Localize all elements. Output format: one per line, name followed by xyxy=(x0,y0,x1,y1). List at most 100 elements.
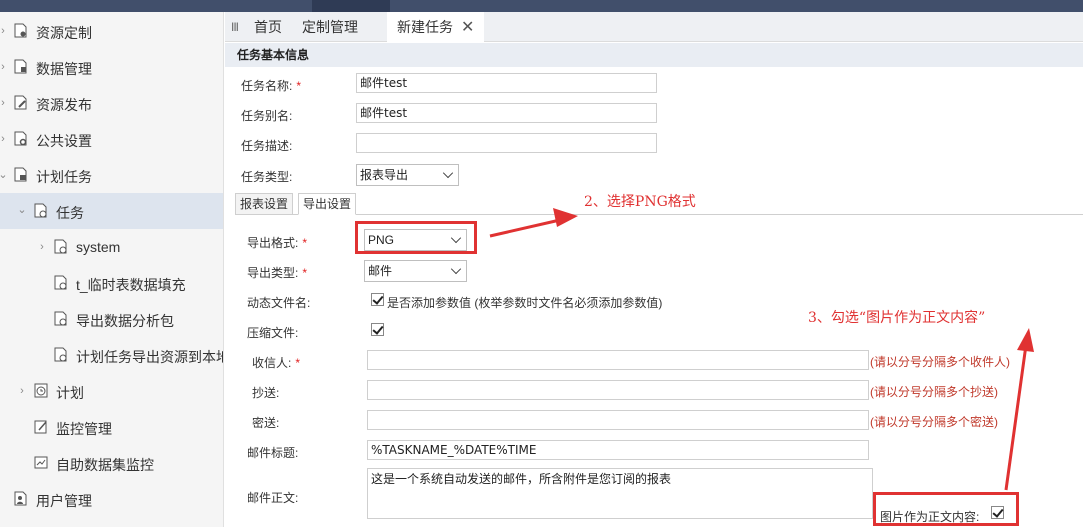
dynamic-filename-text: 是否添加参数值 (枚举参数时文件名必须添加参数值) xyxy=(387,296,663,310)
main-content: 任务基本信息 任务名称: * 邮件test 任务别名: 邮件test 任务描述: … xyxy=(225,43,1083,527)
document-gear-icon xyxy=(14,131,27,146)
bcc-hint: (请以分号分隔多个密送) xyxy=(870,415,998,429)
chart-monitor-icon xyxy=(34,456,48,469)
task-type-value: 报表导出 xyxy=(360,168,409,182)
cc-input[interactable] xyxy=(367,380,869,400)
sidebar-item-label: 数据管理 xyxy=(36,61,92,77)
dynamic-filename-checkbox[interactable] xyxy=(371,293,384,306)
bcc-input[interactable] xyxy=(367,410,869,430)
sidebar-item-export-local[interactable]: 计划任务导出资源到本地 xyxy=(0,337,223,373)
sidebar-item-label: 计划任务 xyxy=(36,169,92,185)
sidebar-item-label: 资源发布 xyxy=(36,97,92,113)
annotation-step2: 2、选择PNG格式 xyxy=(584,194,696,210)
chevron-down-icon xyxy=(450,263,462,275)
subject-input[interactable]: %TASKNAME_%DATE%TIME xyxy=(367,440,869,460)
compress-checkbox[interactable] xyxy=(371,323,384,336)
compress-label: 压缩文件: xyxy=(247,326,299,340)
export-type-select[interactable]: 邮件 xyxy=(364,260,467,282)
chevron-right-icon[interactable]: › xyxy=(37,242,47,253)
task-name-label-text: 任务名称: xyxy=(241,79,293,93)
document-settings-icon xyxy=(14,23,27,38)
close-icon[interactable]: ✕ xyxy=(461,19,474,36)
clock-icon xyxy=(34,383,48,398)
tab-custom-management[interactable]: 定制管理 xyxy=(302,12,358,42)
users-icon xyxy=(14,491,27,506)
sidebar-item-temp-table-fill[interactable]: t_临时表数据填充 xyxy=(0,265,223,301)
sidebar-item-label: 公共设置 xyxy=(36,133,92,149)
recipients-hint: (请以分号分隔多个收件人) xyxy=(870,355,1010,369)
top-nav-active-tab[interactable] xyxy=(312,0,390,12)
document-data-icon xyxy=(14,59,27,74)
recipients-label-text: 收信人: xyxy=(252,356,292,370)
sidebar-item-scheduled-tasks[interactable]: ⌄ 计划任务 xyxy=(0,157,223,193)
tab-strip: III 首页 定制管理 新建任务 ✕ xyxy=(225,12,1083,42)
subtab-export-settings[interactable]: 导出设置 xyxy=(298,193,357,215)
chevron-right-icon[interactable]: › xyxy=(0,62,8,73)
sidebar-item-label: 任务 xyxy=(56,205,84,221)
highlight-box-format xyxy=(355,221,477,254)
task-icon xyxy=(54,311,67,326)
monitor-edit-icon xyxy=(34,420,47,434)
dynamic-filename-label: 动态文件名: xyxy=(247,296,311,310)
tab-new-task-label: 新建任务 xyxy=(397,19,453,35)
task-icon xyxy=(54,239,67,254)
document-schedule-icon xyxy=(14,167,27,182)
tab-menu-icon[interactable]: III xyxy=(231,20,239,34)
sidebar-item-resource-publish[interactable]: › 资源发布 xyxy=(0,85,223,121)
sidebar-item-public-settings[interactable]: › 公共设置 xyxy=(0,121,223,157)
chevron-right-icon[interactable]: › xyxy=(0,98,8,109)
task-icon xyxy=(54,347,67,362)
sidebar-item-data-management[interactable]: › 数据管理 xyxy=(0,49,223,85)
subject-label: 邮件标题: xyxy=(247,446,299,460)
sidebar-item-export-analysis[interactable]: 导出数据分析包 xyxy=(0,301,223,337)
required-mark: * xyxy=(302,236,308,250)
cc-hint: (请以分号分隔多个抄送) xyxy=(870,385,998,399)
required-mark: * xyxy=(296,79,302,93)
task-icon xyxy=(34,203,47,218)
highlight-box-image-body xyxy=(873,492,1019,526)
tab-home[interactable]: 首页 xyxy=(254,12,282,42)
top-navigation-bar xyxy=(0,0,1083,12)
chevron-right-icon[interactable]: › xyxy=(0,134,8,145)
sidebar-item-user-management[interactable]: 用户管理 xyxy=(0,481,223,517)
sidebar-item-label: t_临时表数据填充 xyxy=(76,277,186,293)
task-desc-input[interactable] xyxy=(356,133,657,153)
tab-new-task[interactable]: 新建任务 ✕ xyxy=(387,12,485,42)
recipients-label: 收信人: * xyxy=(252,354,300,371)
chevron-right-icon[interactable]: › xyxy=(0,26,8,37)
subtab-report-settings[interactable]: 报表设置 xyxy=(235,193,294,215)
sidebar-item-label: 计划 xyxy=(56,385,84,401)
document-edit-icon xyxy=(14,95,27,110)
export-type-label: 导出类型: * xyxy=(247,264,307,281)
sidebar-item-resource-custom[interactable]: › 资源定制 xyxy=(0,13,223,49)
task-name-input[interactable]: 邮件test xyxy=(356,73,657,93)
chevron-down-icon[interactable]: ⌄ xyxy=(17,205,27,216)
export-format-label: 导出格式: * xyxy=(247,234,307,251)
sidebar-item-label: 自助数据集监控 xyxy=(56,457,154,473)
chevron-right-icon[interactable]: › xyxy=(17,386,27,397)
sidebar-item-label: 资源定制 xyxy=(36,25,92,41)
sidebar-item-label: 监控管理 xyxy=(56,421,112,437)
task-icon xyxy=(54,275,67,290)
sidebar-item-label: 用户管理 xyxy=(36,493,92,509)
sidebar-item-monitor-management[interactable]: 监控管理 xyxy=(0,409,223,445)
body-label: 邮件正文: xyxy=(247,491,299,505)
required-mark: * xyxy=(295,356,301,370)
sidebar-item-system[interactable]: › system xyxy=(0,229,223,265)
task-alias-label: 任务别名: xyxy=(241,109,293,123)
export-type-value: 邮件 xyxy=(368,264,393,278)
recipients-input[interactable] xyxy=(367,350,869,370)
sidebar-item-selfservice-monitor[interactable]: 自助数据集监控 xyxy=(0,445,223,481)
sidebar-item-plan[interactable]: › 计划 xyxy=(0,373,223,409)
export-type-label-text: 导出类型: xyxy=(247,266,299,280)
task-alias-input[interactable]: 邮件test xyxy=(356,103,657,123)
sidebar-item-tasks[interactable]: ⌄ 任务 xyxy=(0,193,223,229)
required-mark: * xyxy=(302,266,308,280)
sidebar-item-label: 导出数据分析包 xyxy=(76,313,174,329)
chevron-down-icon[interactable]: ⌄ xyxy=(0,170,8,181)
sidebar-item-label: system xyxy=(76,239,121,255)
task-type-select[interactable]: 报表导出 xyxy=(356,164,459,186)
task-desc-label: 任务描述: xyxy=(241,139,293,153)
body-textarea[interactable]: 这是一个系统自动发送的邮件，所含附件是您订阅的报表 xyxy=(367,468,873,519)
sidebar: › 资源定制 › 数据管理 › 资源发布 › 公共设置 ⌄ 计划任务 ⌄ 任务 … xyxy=(0,12,224,527)
